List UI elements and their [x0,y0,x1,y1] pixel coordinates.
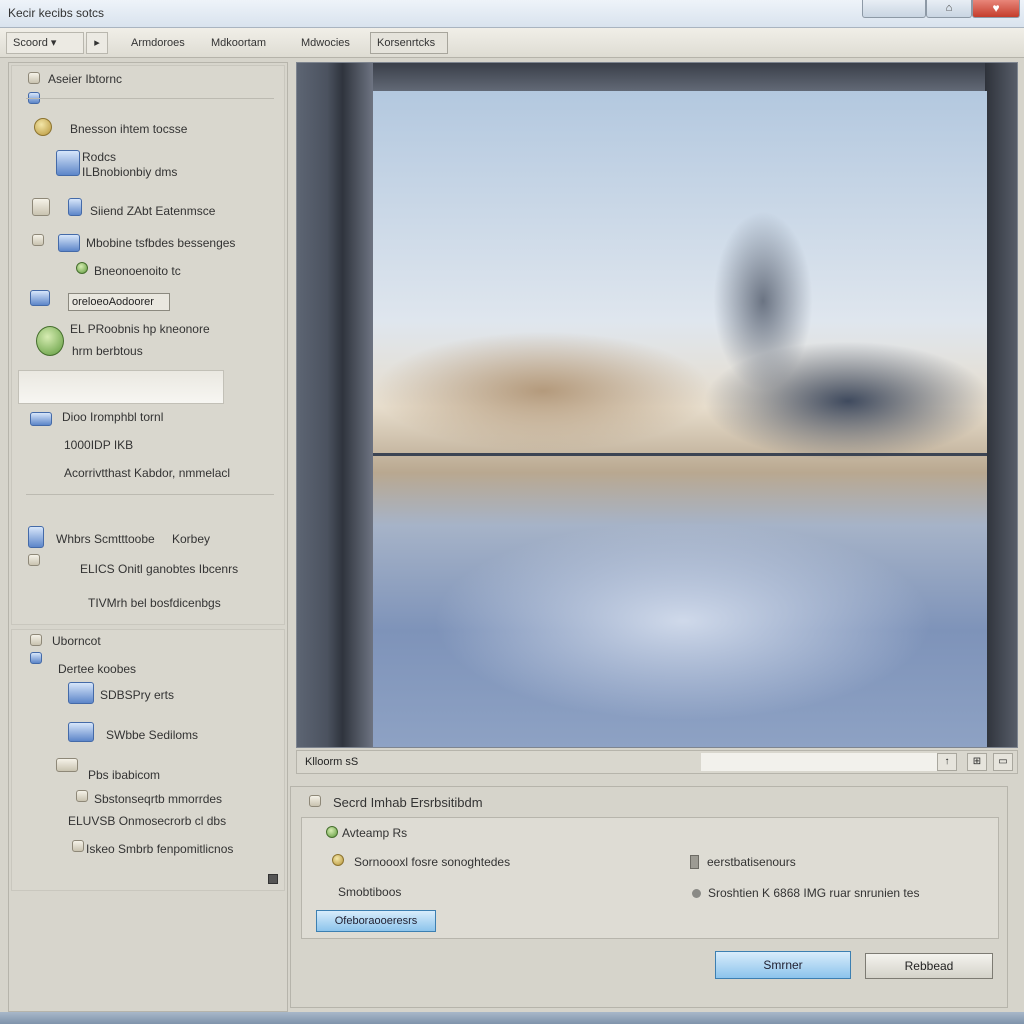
info-description: Acorrivtthast Kabdor, nmmelacl [64,466,231,480]
sidebar-name-field[interactable]: oreloeoAodoorer [68,293,170,311]
checkbox[interactable] [690,855,699,869]
camera-icon [68,682,94,704]
options-group: Avteamp Rs Sornoooxl fosre sonoghtedes e… [301,817,999,939]
window-bottom-border [0,1012,1024,1024]
preview-frame [297,63,373,747]
tree-item[interactable]: SDBSPry erts [100,688,174,702]
title-bar: Kecir kecibs sotcs ⌂ ♥ [0,0,1024,28]
sidebar: Aseier Ibtornc Bnesson ihtem tocsse Rodc… [8,62,288,1012]
folder-icon [56,758,78,772]
leaf-icon [76,262,88,274]
section-title: Whbrs Scmtttoobe [56,532,155,546]
radio-button[interactable] [692,889,701,898]
minimize-button[interactable] [862,0,926,18]
sidebar-item-label[interactable]: hrm berbtous [72,344,143,358]
preview-status-label: Klloorm sS [305,756,359,768]
cancel-button[interactable]: Rebbead [865,953,993,979]
ok-button[interactable]: Smrner [715,951,851,979]
preview-frame [297,63,1017,91]
check-icon [326,826,338,838]
document-icon [32,234,44,246]
folder-icon [30,652,42,664]
tree-item[interactable]: ELUVSB Onmosecrorb cl dbs [68,814,226,828]
tree-item[interactable]: SWbbe Sediloms [106,728,198,742]
sidebar-item-label[interactable]: Mbobine tsfbdes bessenges [86,236,235,250]
section-line: ELICS Onitl ganobtes Ibcenrs [80,562,239,576]
document-icon [76,790,88,802]
section-line: TIVMrh bel bosfdicenbgs [88,596,221,610]
document-icon [28,554,40,566]
leaf-icon [36,326,64,356]
sidebar-progress-bar [18,370,224,404]
sidebar-header: Aseier Ibtornc [48,72,123,86]
preview-photo [373,91,993,747]
tree-root[interactable]: Uborncot [52,634,101,648]
file-icon [68,198,82,216]
maximize-button[interactable]: ⌂ [926,0,972,18]
section-badge: Korbey [172,532,211,546]
sidebar-item-label[interactable]: Siiend ZAbt Eatenmsce [90,204,215,218]
close-button[interactable]: ♥ [972,0,1020,18]
radio-icon[interactable] [332,854,344,866]
tab-korsenrtcks[interactable]: Korsenrtcks [370,32,448,54]
tree-item[interactable]: Iskeo Smbrb fenpomitlicnos [86,842,233,856]
bulb-icon [34,118,52,136]
monitor-icon [58,234,80,252]
settings-icon [309,795,321,807]
document-icon [28,72,40,84]
document-icon [72,840,84,852]
sidebar-item-label[interactable]: Bnesson ihtem tocsse [70,122,187,136]
option-label[interactable]: eerstbatisenours [707,855,796,869]
option-label[interactable]: Sornoooxl fosre sonoghtedes [354,855,510,869]
image-icon [30,290,50,306]
frame-icon[interactable]: ▭ [993,753,1013,771]
toolbar: Scoord ▾ ▸ Armdoroes Mdkoortam Mdwocies … [0,28,1024,58]
options-panel: Secrd Imhab Ersrbsitibdm Avteamp Rs Sorn… [290,786,1008,1008]
group-title: Avteamp Rs [342,826,408,840]
globe-icon [56,150,80,176]
sidebar-panel-tree: Uborncot Dertee koobes SDBSPry erts SWbb… [11,629,285,891]
info-title: Dioo Iromphbl tornl [62,410,164,424]
tree-item[interactable]: Sbstonseqrtb mmorrdes [94,792,222,806]
sidebar-item-label[interactable]: EL PRoobnis hp kneonore [70,322,210,336]
drive-icon [30,412,52,426]
sidebar-item-label[interactable]: Bneonoenoito tc [94,264,181,278]
grid-icon[interactable]: ⊞ [967,753,987,771]
preview-status-bar: Klloorm sS ↑ ⊞ ▭ [296,750,1018,774]
tree-item[interactable]: Pbs ibabicom [88,768,160,782]
pen-icon [28,526,44,548]
info-size: 1000IDP IKB [64,438,134,452]
option-label[interactable]: Sroshtien K 6868 IMG ruar snrunien tes [708,886,919,900]
document-icon [32,198,50,216]
image-icon [68,722,94,742]
options-action-button[interactable]: Ofeboraooeresrs [316,910,436,932]
tree-child[interactable]: Dertee koobes [58,662,136,676]
window-title: Kecir kecibs sotcs [8,6,105,20]
document-icon [30,634,42,646]
preview-scroll-track[interactable] [701,753,937,771]
options-header: Secrd Imhab Ersrbsitibdm [333,795,483,810]
sidebar-panel-top: Aseier Ibtornc Bnesson ihtem tocsse Rodc… [11,65,285,625]
tab-armdoroes[interactable]: Armdoroes [124,32,192,54]
sidebar-item-label[interactable]: Rodcs [82,150,116,164]
image-preview [296,62,1018,748]
tab-mdwocies[interactable]: Mdwocies [294,32,357,54]
chevron-right-icon[interactable]: ▸ [86,32,108,54]
option-label[interactable]: Smobtiboos [338,885,401,899]
search-dropdown-button[interactable]: Scoord ▾ [6,32,84,54]
resize-grip-icon[interactable] [268,874,278,884]
sidebar-item-label[interactable]: ILBnobionbiy dms [82,165,177,179]
upload-icon[interactable]: ↑ [937,753,957,771]
tab-mdkoortam[interactable]: Mdkoortam [204,32,273,54]
